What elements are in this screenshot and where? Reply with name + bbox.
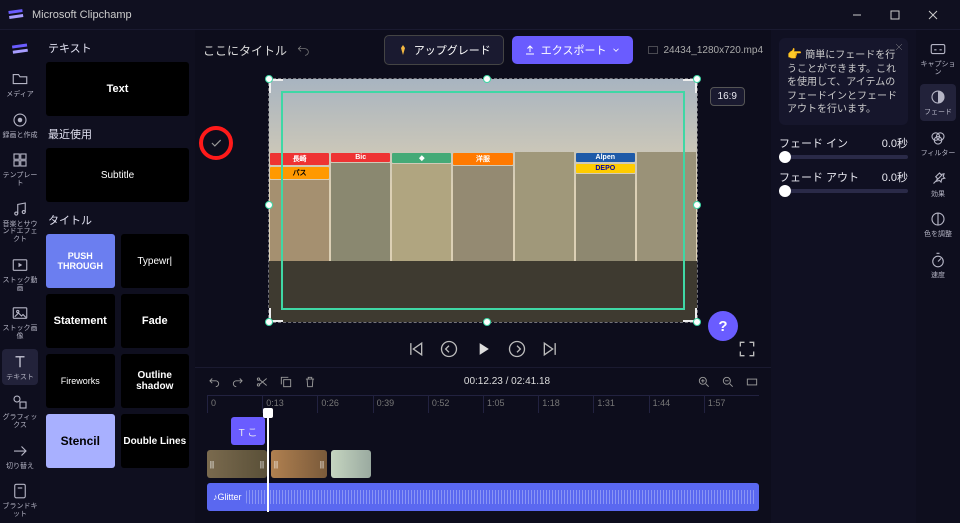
fullscreen-icon[interactable] <box>737 339 757 359</box>
undo-title-icon[interactable] <box>295 42 311 58</box>
copy-icon[interactable] <box>279 375 293 389</box>
thumb-typewriter[interactable]: Typewr| <box>121 234 190 288</box>
skip-start-icon[interactable] <box>405 339 425 359</box>
audio-track: ♪ Glitter <box>207 482 759 512</box>
export-button[interactable]: エクスポート <box>512 36 634 64</box>
rail-fade[interactable]: フェード <box>920 84 956 121</box>
timeline-toolbar: 00:12.23 / 02:41.18 <box>195 367 771 395</box>
redo-icon[interactable] <box>231 375 245 389</box>
thumb-stencil[interactable]: Stencil <box>46 414 115 468</box>
rail-media[interactable]: メディア <box>2 66 38 103</box>
rail-graphics[interactable]: グラフィックス <box>2 389 38 433</box>
app-title: Microsoft Clipchamp <box>32 9 838 21</box>
panel-heading-recent: 最近使用 <box>48 126 189 142</box>
thumb-push-through[interactable]: PUSH THROUGH <box>46 234 115 288</box>
rail-text[interactable]: テキスト <box>2 349 38 386</box>
play-icon[interactable] <box>473 339 493 359</box>
panel-heading-titles: タイトル <box>48 212 189 228</box>
thumb-subtitle[interactable]: Subtitle <box>46 148 189 202</box>
thumb-fireworks[interactable]: Fireworks <box>46 354 115 408</box>
thumb-double-lines[interactable]: Double Lines <box>121 414 190 468</box>
chevron-down-icon <box>611 45 621 55</box>
trash-icon[interactable] <box>303 375 317 389</box>
titlebar: Microsoft Clipchamp <box>0 0 960 30</box>
zoom-out-icon[interactable] <box>721 375 735 389</box>
rail-music[interactable]: 音楽とサウンドエフェクト <box>2 196 38 248</box>
upgrade-button[interactable]: アップグレード <box>384 35 504 65</box>
fade-out-slider[interactable] <box>779 189 908 193</box>
rail-adjust-color[interactable]: 色を調整 <box>920 206 956 243</box>
fade-in-slider[interactable] <box>779 155 908 159</box>
upload-icon <box>524 44 536 56</box>
audio-clip[interactable]: ♪ Glitter <box>207 483 759 511</box>
undo-icon[interactable] <box>207 375 221 389</box>
fade-in-prop: フェード イン0.0秒 <box>779 135 908 159</box>
thumb-statement[interactable]: Statement <box>46 294 115 348</box>
rail-logo[interactable] <box>2 36 38 62</box>
rail-brand[interactable]: ブランドキット <box>2 478 38 522</box>
maximize-button[interactable] <box>876 1 914 29</box>
right-rail: キャプション フェード フィルター 効果 色を調整 速度 <box>916 30 960 523</box>
rail-record[interactable]: 録画と作成 <box>2 107 38 144</box>
rewind-icon[interactable] <box>439 339 459 359</box>
check-icon[interactable] <box>209 136 223 150</box>
rail-templates[interactable]: テンプレート <box>2 147 38 191</box>
forward-icon[interactable] <box>507 339 527 359</box>
rail-transitions[interactable]: 切り替え <box>2 438 38 475</box>
zoom-in-icon[interactable] <box>697 375 711 389</box>
diamond-icon <box>397 44 409 56</box>
thumb-outline-shadow[interactable]: Outline shadow <box>121 354 190 408</box>
thumb-text[interactable]: Text <box>46 62 189 116</box>
fade-out-prop: フェード アウト0.0秒 <box>779 169 908 193</box>
app-icon <box>8 7 24 23</box>
text-track: T こ <box>207 416 759 446</box>
project-title[interactable]: ここにタイトル <box>203 42 287 59</box>
aspect-ratio-chip[interactable]: 16:9 <box>710 87 745 106</box>
rail-captions[interactable]: キャプション <box>920 36 956 80</box>
film-icon <box>647 44 659 56</box>
skip-end-icon[interactable] <box>541 339 561 359</box>
video-clip-1[interactable]: |||| <box>207 450 267 478</box>
preview-stage: 長崎パス Bic ◆ 洋服 AlpenDEPO 16:9 <box>195 70 771 331</box>
video-clip-2[interactable]: |||| <box>271 450 327 478</box>
close-button[interactable] <box>914 1 952 29</box>
clip-name-chip: 24434_1280x720.mp4 <box>647 44 763 56</box>
topbar: ここにタイトル アップグレード エクスポート 24434_1280x720.mp… <box>195 30 771 70</box>
thumb-fade[interactable]: Fade <box>121 294 190 348</box>
timeline: 00:130:260:390:521:051:181:311:441:57 T … <box>195 395 771 523</box>
zoom-fit-icon[interactable] <box>745 375 759 389</box>
timeline-ruler[interactable]: 00:130:260:390:521:051:181:311:441:57 <box>207 395 759 413</box>
video-preview[interactable]: 長崎パス Bic ◆ 洋服 AlpenDEPO 16:9 <box>268 78 698 323</box>
rail-filters[interactable]: フィルター <box>920 125 956 162</box>
panel-heading-text: テキスト <box>48 40 189 56</box>
scissors-icon[interactable] <box>255 375 269 389</box>
selection-box[interactable] <box>281 91 685 310</box>
video-clip-3[interactable] <box>331 450 371 478</box>
text-clip[interactable]: T こ <box>231 417 265 445</box>
timecode: 00:12.23 / 02:41.18 <box>464 376 550 387</box>
tip-box: 👉 簡単にフェードを行うことができます。これを使用して、アイテムのフェードインと… <box>779 38 908 125</box>
rail-stock-image[interactable]: ストック画像 <box>2 300 38 344</box>
rail-effects[interactable]: 効果 <box>920 166 956 203</box>
playhead[interactable] <box>267 410 269 512</box>
minimize-button[interactable] <box>838 1 876 29</box>
playback-controls <box>195 331 771 367</box>
rail-speed[interactable]: 速度 <box>920 247 956 284</box>
left-rail: メディア 録画と作成 テンプレート 音楽とサウンドエフェクト ストック動画 スト… <box>0 30 40 523</box>
tip-close-icon[interactable] <box>894 42 904 52</box>
video-track: |||| |||| <box>207 449 759 479</box>
properties-panel: 👉 簡単にフェードを行うことができます。これを使用して、アイテムのフェードインと… <box>771 30 916 523</box>
annotation-red-circle <box>199 126 233 160</box>
rail-stock-video[interactable]: ストック動画 <box>2 252 38 296</box>
text-panel: テキスト Text 最近使用 Subtitle タイトル PUSH THROUG… <box>40 30 195 523</box>
